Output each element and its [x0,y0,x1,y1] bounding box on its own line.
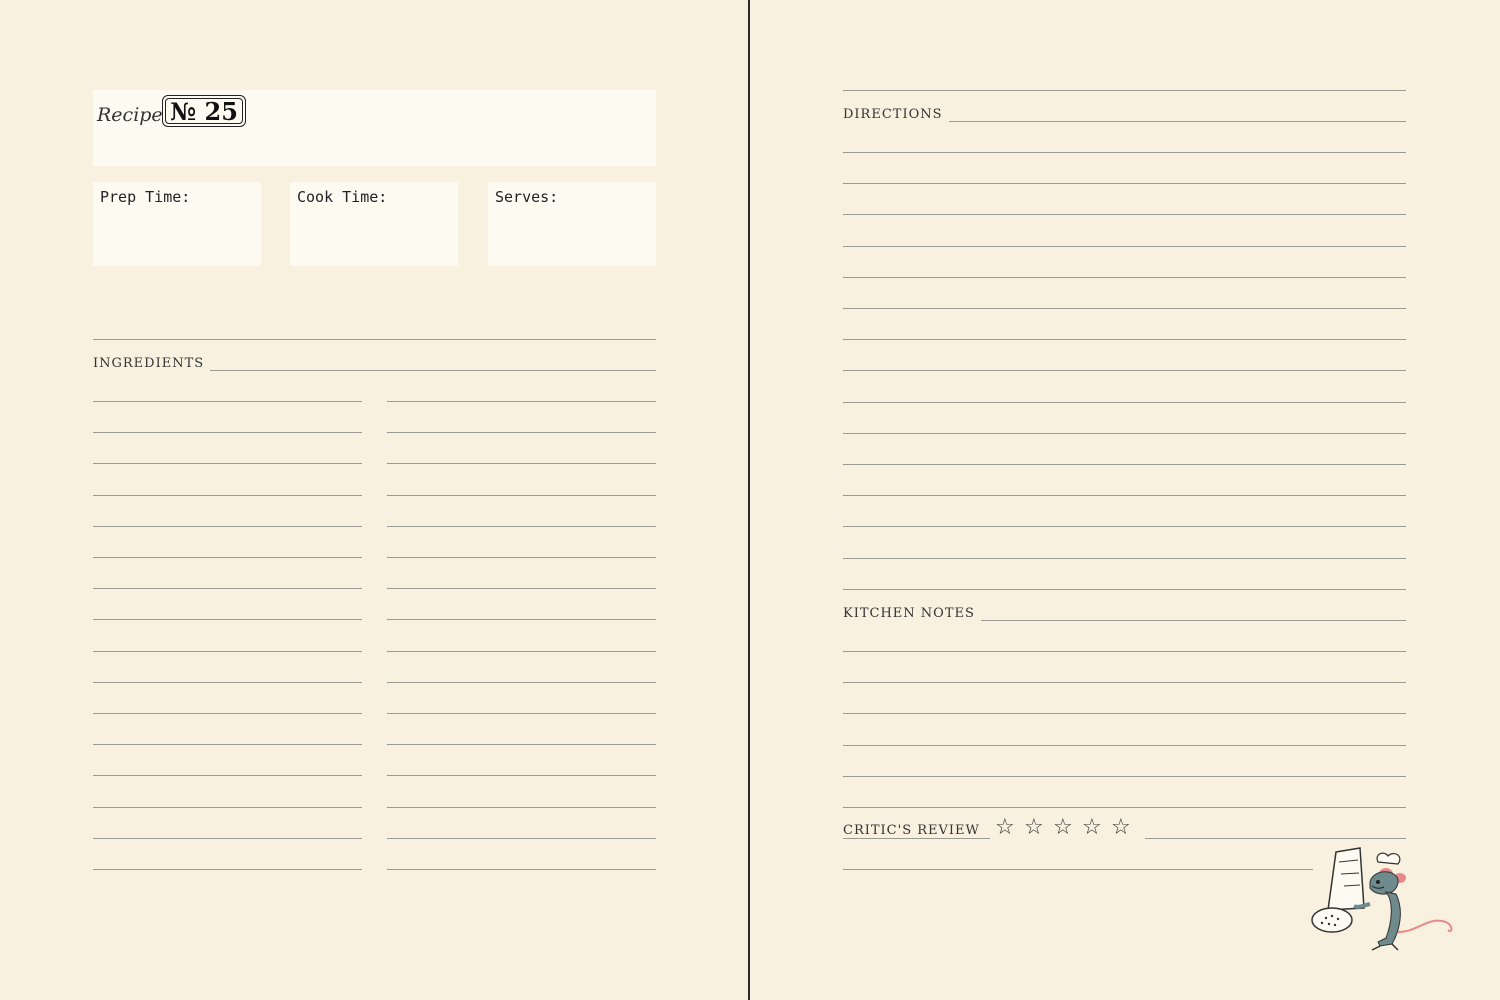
ingredient-left-line[interactable] [93,650,362,652]
ingredients-top-rule [93,339,656,340]
ingredient-left-line[interactable] [93,463,362,465]
ingredient-right-line[interactable] [387,588,656,590]
direction-line[interactable] [843,308,1406,309]
direction-line[interactable] [843,214,1406,216]
ingredient-left-line[interactable] [93,557,362,558]
ingredient-right-line[interactable] [387,494,656,496]
cook-time-box[interactable]: Cook Time: [290,182,458,266]
direction-line[interactable] [843,276,1406,278]
rating-star-1-icon[interactable]: ☆ [995,815,1017,840]
ingredient-right-line[interactable] [387,713,656,714]
ingredient-right-line[interactable] [387,775,656,777]
ingredient-left-line[interactable] [93,869,362,870]
serves-box[interactable]: Serves: [488,182,656,266]
direction-line[interactable] [843,495,1406,497]
ingredient-right-line[interactable] [387,557,656,558]
kitchen-note-line[interactable] [843,744,1406,746]
direction-line[interactable] [843,339,1406,341]
chef-rat-illustration [1311,847,1453,951]
critics-review-label: CRITIC'S REVIEW [843,823,980,838]
kitchen-note-line[interactable] [843,682,1406,684]
ingredient-right-line[interactable] [387,650,656,652]
direction-line[interactable] [843,432,1406,434]
direction-line[interactable] [843,557,1406,559]
directions-label: DIRECTIONS [843,107,949,122]
ingredient-right-line[interactable] [387,837,656,839]
cook-time-label: Cook Time: [297,188,388,206]
rating-star-4-icon[interactable]: ☆ [1082,815,1104,840]
ingredient-left-line[interactable] [93,401,362,402]
ingredient-left-line[interactable] [93,588,362,590]
ingredient-left-line[interactable] [93,837,362,839]
salt-shaker-icon [1311,847,1365,933]
direction-line[interactable] [843,370,1406,372]
kitchen-notes-label: KITCHEN NOTES [843,606,981,621]
ingredient-right-line[interactable] [387,869,656,870]
ingredient-right-line[interactable] [387,619,656,621]
ingredient-right-line[interactable] [387,401,656,402]
ingredient-left-line[interactable] [93,713,362,714]
kitchen-note-line[interactable] [843,807,1406,808]
kitchen-note-line[interactable] [843,651,1406,652]
direction-line[interactable] [843,183,1406,185]
ingredient-left-line[interactable] [93,619,362,621]
direction-line[interactable] [843,245,1406,247]
direction-line[interactable] [843,588,1406,590]
prep-time-box[interactable]: Prep Time: [93,182,261,266]
ingredients-label: INGREDIENTS [93,356,211,371]
direction-line[interactable] [843,401,1406,403]
chef-rat-icon [1353,852,1453,951]
ingredient-right-line[interactable] [387,681,656,683]
ingredient-left-line[interactable] [93,494,362,496]
ingredient-left-line[interactable] [93,806,362,808]
direction-line[interactable] [843,464,1406,465]
direction-line[interactable] [843,152,1406,153]
ingredient-left-line[interactable] [93,681,362,683]
directions-top-rule [843,90,1406,91]
serves-label: Serves: [495,188,559,206]
ingredient-left-line[interactable] [93,744,362,746]
recipe-number: № 25 [170,97,238,126]
recipe-number-badge: № 25 [162,95,246,127]
kitchen-note-line[interactable] [843,713,1406,715]
rating-star-2-icon[interactable]: ☆ [1024,815,1046,840]
ingredient-left-line[interactable] [93,525,362,527]
ingredient-left-line[interactable] [93,432,362,434]
review-line [843,869,1313,870]
ingredient-right-line[interactable] [387,525,656,527]
ingredient-right-line[interactable] [387,432,656,434]
recipe-title-box[interactable]: Recipe № 25 [93,90,656,166]
recipe-label: Recipe [97,104,163,126]
ingredient-right-line[interactable] [387,463,656,465]
rating-stars[interactable]: ☆ ☆ ☆ ☆ ☆ [995,815,1140,840]
prep-time-label: Prep Time: [100,188,191,206]
ingredient-right-line[interactable] [387,806,656,808]
rating-star-5-icon[interactable]: ☆ [1111,815,1133,840]
ingredient-right-line[interactable] [387,744,656,746]
left-page: Recipe № 25 Prep Time: Cook Time: Serves… [0,0,748,1000]
ingredient-left-line[interactable] [93,775,362,777]
rating-star-3-icon[interactable]: ☆ [1053,815,1075,840]
kitchen-note-line[interactable] [843,775,1406,777]
direction-line[interactable] [843,526,1406,528]
